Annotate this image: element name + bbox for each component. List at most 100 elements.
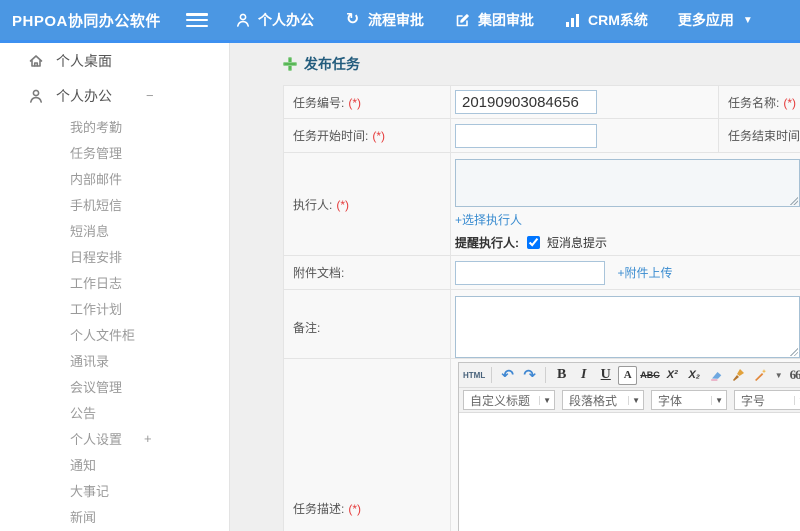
sidebar-item-meeting-management[interactable]: 会议管理 [0, 373, 229, 399]
sms-remind-checkbox[interactable] [527, 236, 540, 249]
attachment-input[interactable] [455, 260, 605, 285]
sidebar-item-label: 新闻 [70, 509, 97, 525]
sidebar-item-internal-mail[interactable]: 内部邮件 [0, 165, 229, 191]
font-style-button[interactable]: A [618, 365, 638, 385]
sidebar-item-news[interactable]: 新闻 [0, 503, 229, 529]
attachment-cell: +附件上传 [450, 255, 800, 290]
executor-label: 执行人: (*) [283, 152, 451, 256]
task-number-cell [450, 85, 719, 119]
nav-label: 集团审批 [478, 12, 534, 28]
sidebar-item-label: 手机短信 [70, 197, 123, 213]
choose-executor-link[interactable]: +选择执行人 [455, 213, 522, 227]
sidebar-item-label: 任务管理 [70, 145, 123, 161]
italic-button[interactable]: I [574, 366, 593, 385]
sidebar-item-personal-cabinet[interactable]: 个人文件柜 [0, 321, 229, 347]
subscript-button[interactable]: X₂ [685, 366, 704, 385]
sidebar-item-label: 短消息 [70, 223, 110, 239]
end-time-label: 任务结束时间:(*) [718, 118, 800, 153]
nav-group-approval[interactable]: 集团审批 [454, 10, 534, 30]
font-size-select[interactable]: 字号▼ [734, 390, 800, 410]
resize-grip-icon[interactable] [789, 347, 798, 356]
task-form-table: 任务编号:(*) 任务名称:(*) 任务开始时间:(*) 任务结束时间 [283, 85, 800, 365]
description-cell: HTML ↶ ↷ B I U A ABC X² X₂ ▼ 66 自定义标题 ▼ … [450, 358, 800, 531]
rich-text-editor: HTML ↶ ↷ B I U A ABC X² X₂ ▼ 66 自定义标题 ▼ … [458, 362, 800, 531]
sidebar-item-label: 大事记 [70, 483, 110, 499]
remark-label: 备注: [283, 289, 451, 365]
caret-down-icon: ▼ [628, 395, 640, 405]
home-icon [28, 53, 44, 69]
nav-more-apps[interactable]: 更多应用 ▼ [678, 10, 753, 30]
nav-process-approval[interactable]: ↻ 流程审批 [344, 10, 424, 30]
person-icon [234, 12, 251, 29]
sidebar-item-label: 工作计划 [70, 301, 123, 317]
sidebar-item-label: 个人桌面 [56, 52, 112, 69]
sidebar-item-label: 我的考勤 [70, 119, 123, 135]
sidebar-item-notice[interactable]: 通知 [0, 451, 229, 477]
nav-crm-system[interactable]: CRM系统 [564, 10, 648, 30]
app-window: PHPOA协同办公软件 个人办公 ↻ 流程审批 集团审批 CRM系统 更多应用 … [0, 0, 800, 531]
editor-body[interactable] [459, 413, 800, 531]
nav-label: 个人办公 [258, 12, 314, 28]
sidebar-item-my-attendance[interactable]: 我的考勤 [0, 113, 229, 139]
quick-format-wand-icon[interactable] [751, 366, 770, 385]
sidebar-item-work-log[interactable]: 工作日志 [0, 269, 229, 295]
sidebar-item-label: 个人文件柜 [70, 327, 136, 343]
nav-label: CRM系统 [588, 12, 648, 28]
sidebar-item-personal-office[interactable]: 个人办公 − [0, 78, 229, 113]
bar-chart-icon [564, 13, 581, 27]
executor-cell: +选择执行人 提醒执行人: 短消息提示 [450, 152, 800, 256]
blockquote-button[interactable]: 66 [786, 366, 800, 385]
strikethrough-button[interactable]: ABC [640, 366, 660, 385]
sidebar-item-personal-desktop[interactable]: 个人桌面 [0, 43, 229, 78]
remark-textarea[interactable] [455, 296, 800, 358]
html-source-button[interactable]: HTML [463, 366, 485, 385]
caret-down-icon[interactable]: ▼ [775, 371, 783, 380]
sidebar: 个人桌面 个人办公 − 我的考勤 任务管理 内部邮件 手机短信 短消息 日程安排… [0, 43, 230, 531]
underline-button[interactable]: U [596, 366, 615, 385]
sidebar-item-contacts[interactable]: 通讯录 [0, 347, 229, 373]
resize-grip-icon[interactable] [789, 196, 798, 205]
table-row: 任务描述: (*) HTML ↶ ↷ B I U A ABC X² X₂ ▼ 6… [283, 358, 800, 531]
sidebar-item-schedule[interactable]: 日程安排 [0, 243, 229, 269]
sidebar-item-personal-settings[interactable]: 个人设置 + [0, 425, 229, 451]
attachment-upload-link[interactable]: +附件上传 [617, 266, 672, 280]
sidebar-item-label: 个人办公 [56, 87, 112, 104]
sidebar-item-mobile-sms[interactable]: 手机短信 [0, 191, 229, 217]
sms-remind-label: 短消息提示 [547, 236, 608, 250]
bold-button[interactable]: B [552, 366, 571, 385]
sidebar-item-short-message[interactable]: 短消息 [0, 217, 229, 243]
eraser-icon[interactable] [707, 366, 726, 385]
sidebar-item-memorabilia[interactable]: 大事记 [0, 477, 229, 503]
caret-down-icon: ▼ [539, 395, 551, 405]
remind-executor-label: 提醒执行人: [455, 236, 519, 250]
brand-logo: PHPOA协同办公软件 [12, 12, 161, 30]
superscript-button[interactable]: X² [663, 366, 682, 385]
required-mark: (*) [348, 501, 362, 516]
toolbar-separator [545, 367, 547, 383]
person-icon [28, 88, 44, 104]
add-plus-icon [283, 57, 297, 71]
sidebar-item-announcement[interactable]: 公告 [0, 399, 229, 425]
format-brush-icon[interactable] [729, 366, 748, 385]
table-row: 附件文档: +附件上传 [283, 255, 800, 290]
sidebar-item-task-management[interactable]: 任务管理 [0, 139, 229, 165]
task-number-input[interactable] [455, 90, 597, 114]
collapse-icon[interactable]: − [146, 88, 154, 103]
redo-icon[interactable]: ↷ [520, 366, 539, 385]
sidebar-item-label: 会议管理 [70, 379, 123, 395]
font-family-select[interactable]: 字体 ▼ [651, 390, 727, 410]
expand-icon[interactable]: + [144, 431, 152, 446]
custom-heading-select[interactable]: 自定义标题 ▼ [463, 390, 555, 410]
undo-icon[interactable]: ↶ [498, 366, 517, 385]
start-time-input[interactable] [455, 123, 597, 148]
table-row: 任务开始时间:(*) 任务结束时间:(*) [283, 118, 800, 153]
paragraph-format-select[interactable]: 段落格式 ▼ [562, 390, 644, 410]
nav-personal-office[interactable]: 个人办公 [234, 10, 314, 30]
menu-toggle-icon[interactable] [186, 13, 208, 27]
executor-textarea[interactable] [455, 159, 800, 207]
start-time-label: 任务开始时间: (*) [283, 118, 451, 153]
nav-label: 流程审批 [368, 12, 424, 28]
edit-square-icon [454, 12, 471, 29]
description-label: 任务描述: (*) [283, 358, 451, 531]
sidebar-item-work-plan[interactable]: 工作计划 [0, 295, 229, 321]
